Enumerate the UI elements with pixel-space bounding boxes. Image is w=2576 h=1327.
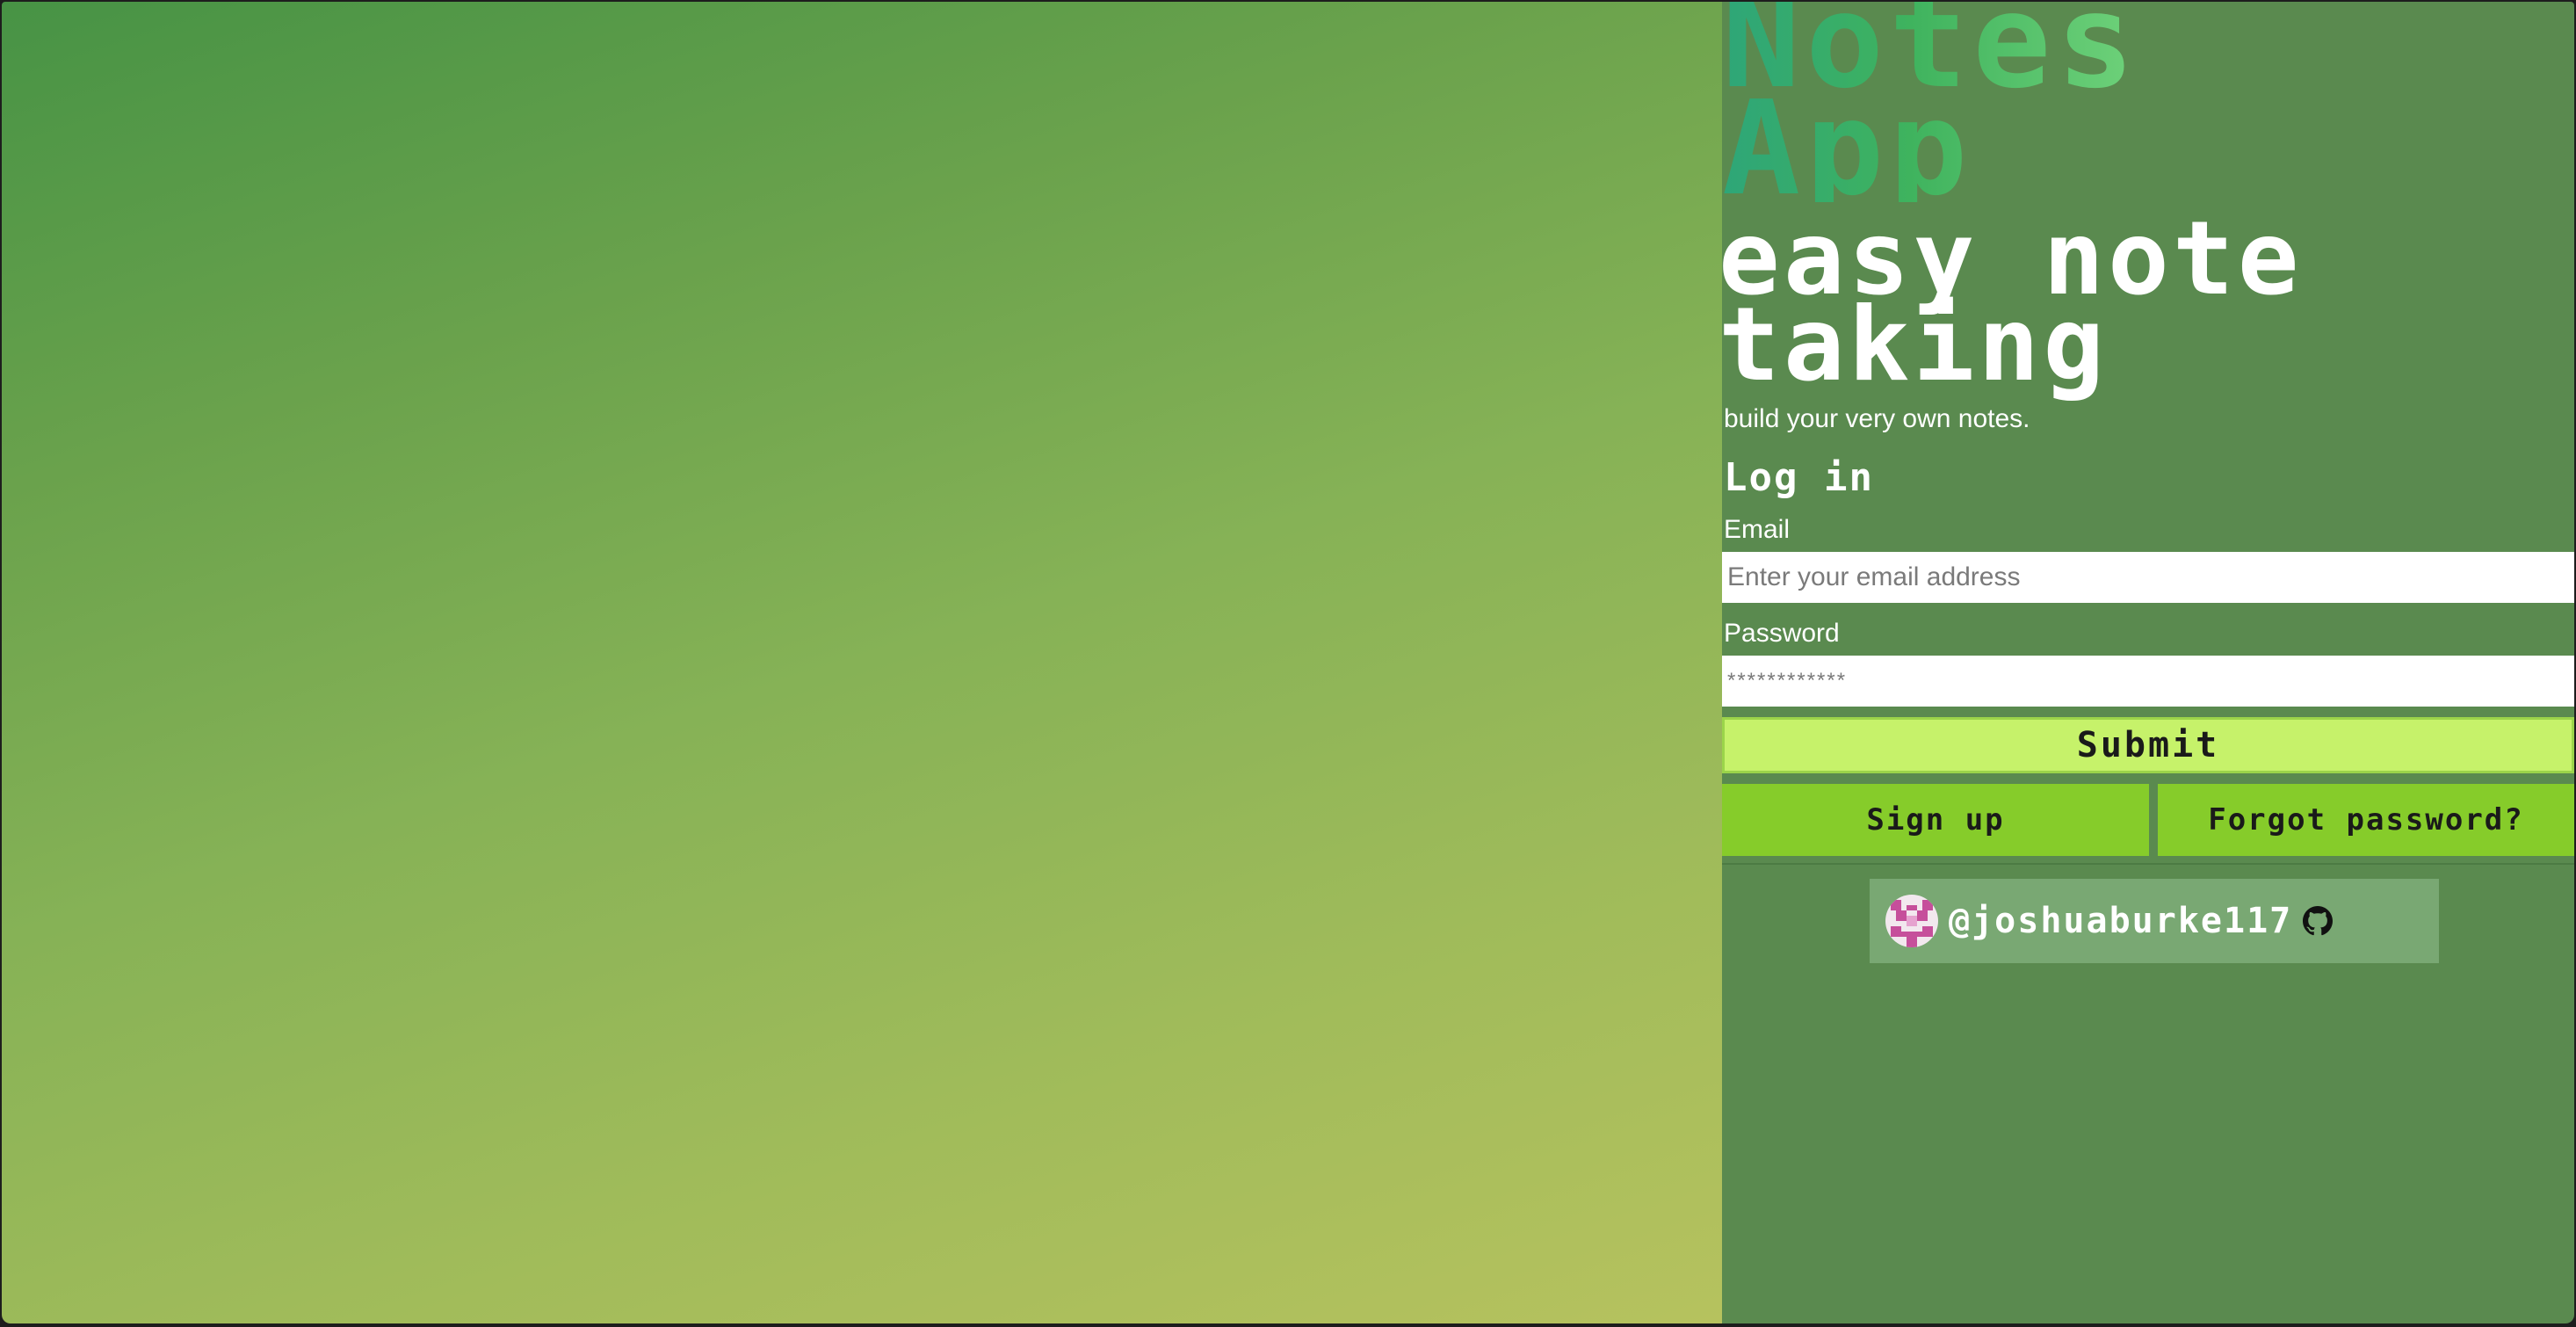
sign-up-button[interactable]: Sign up [1722, 784, 2149, 856]
gradient-background [2, 2, 1722, 1323]
login-heading: Log in [1724, 455, 1874, 500]
author-credit-link[interactable]: @joshuaburke117 [1870, 879, 2439, 963]
app-tagline-line2: taking [1719, 286, 2109, 404]
submit-button[interactable]: Submit [1722, 717, 2574, 773]
password-label: Password [1724, 619, 1840, 648]
email-input[interactable] [1722, 552, 2574, 603]
app-subtitle: build your very own notes. [1724, 404, 2030, 433]
github-icon [2303, 906, 2334, 936]
section-divider [1722, 863, 2574, 865]
forgot-password-button[interactable]: Forgot password? [2158, 784, 2574, 856]
browser-viewport: Notes App easy note taking build your ve… [2, 2, 2574, 1323]
email-label: Email [1724, 515, 1791, 544]
pixel-avatar-icon [1885, 895, 1938, 947]
app-tagline: easy note taking [1719, 208, 2303, 396]
login-panel: Notes App easy note taking build your ve… [1719, 2, 2574, 1323]
app-title: Notes App [1722, 2, 2140, 202]
password-input[interactable] [1722, 656, 2574, 707]
author-username: @joshuaburke117 [1949, 901, 2293, 941]
